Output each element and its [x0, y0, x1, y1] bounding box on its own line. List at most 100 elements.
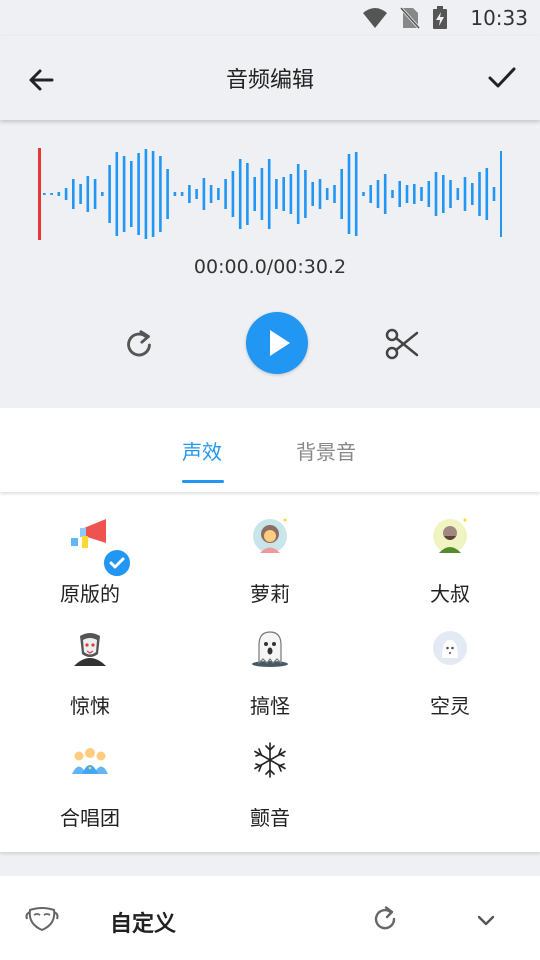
- status-bar: 10:33: [0, 0, 540, 36]
- waveform-bar: [354, 152, 358, 236]
- waveform-bar: [173, 192, 177, 196]
- effect-ethereal[interactable]: 空灵: [360, 604, 540, 718]
- timecode: 00:00.0/00:30.2: [193, 256, 347, 278]
- effects-grid: 原版的 萝莉 大叔 惊悚 搞怪 空灵 合唱团 颤音: [0, 492, 540, 852]
- waveform-bar: [267, 159, 271, 229]
- waveform-bar: [130, 161, 133, 227]
- effect-label: 原版的: [60, 582, 120, 606]
- waveform-bar: [224, 179, 227, 209]
- waveform-bar: [188, 185, 191, 203]
- effect-uncle[interactable]: 大叔: [360, 492, 540, 606]
- waveform-bar: [413, 184, 416, 204]
- scissors-icon[interactable]: [382, 324, 422, 364]
- reset-icon[interactable]: [120, 326, 158, 364]
- playhead[interactable]: [38, 148, 41, 240]
- effect-label: 惊悚: [70, 694, 110, 718]
- waveform-bar: [296, 164, 300, 224]
- waveform-bar: [253, 177, 256, 211]
- girl-avatar-icon: [253, 518, 287, 553]
- waveform-bar: [275, 179, 278, 209]
- effect-label: 颤音: [250, 806, 290, 830]
- waveform-bar: [101, 192, 104, 196]
- waveform-bar: [195, 189, 198, 199]
- waveform-bar: [427, 181, 431, 207]
- waveform-bar: [492, 187, 496, 201]
- mask-icon: [25, 907, 59, 932]
- waveform[interactable]: [38, 148, 502, 240]
- effect-label: 萝莉: [250, 582, 290, 606]
- waveform-bar: [478, 172, 481, 216]
- waveform-bar: [347, 154, 351, 234]
- effect-label: 搞怪: [250, 694, 290, 718]
- waveform-bar: [362, 192, 365, 196]
- waveform-bar: [376, 180, 380, 208]
- waveform-bar: [50, 193, 53, 195]
- effect-girl[interactable]: 萝莉: [180, 492, 360, 606]
- waveform-bar: [405, 185, 409, 203]
- snowflake-icon: [254, 742, 286, 778]
- waveform-bar: [340, 169, 343, 219]
- effect-thriller[interactable]: 惊悚: [0, 604, 180, 718]
- effect-tabs: 声效 背景音: [0, 408, 540, 492]
- waveform-bar: [456, 188, 460, 200]
- waveform-bar: [231, 171, 235, 217]
- waveform-bar: [93, 179, 97, 209]
- waveform-bar: [318, 179, 322, 209]
- custom-effect-bar[interactable]: 自定义: [0, 876, 540, 960]
- waveform-bar: [325, 188, 329, 200]
- waveform-bar: [260, 168, 264, 220]
- waveform-bar: [398, 181, 401, 207]
- effect-label: 合唱团: [60, 806, 120, 830]
- waveform-bar: [43, 193, 46, 195]
- waveform-bar: [289, 174, 293, 214]
- reset-icon[interactable]: [370, 904, 400, 934]
- waveform-bar: [166, 169, 169, 219]
- page-title: 音频编辑: [225, 68, 314, 93]
- waveform-bar: [391, 190, 394, 198]
- spirit-icon: [433, 631, 467, 665]
- effect-choir[interactable]: 合唱团: [0, 716, 180, 830]
- waveform-bar: [137, 153, 140, 235]
- waveform-bar: [115, 152, 119, 236]
- waveform-bar: [64, 188, 68, 200]
- waveform-bar: [500, 151, 502, 237]
- clock-time: 10:33: [470, 6, 528, 30]
- tab-sound-effects[interactable]: 声效: [182, 436, 222, 465]
- waveform-bar: [485, 168, 489, 220]
- waveform-bar: [202, 178, 206, 210]
- battery-charging-icon: [433, 6, 447, 29]
- play-icon: [270, 330, 290, 356]
- check-icon[interactable]: [482, 58, 522, 98]
- effect-vibrato[interactable]: 颤音: [180, 716, 360, 830]
- effect-label: 大叔: [430, 582, 470, 606]
- choir-icon: [72, 748, 108, 774]
- chevron-down-icon[interactable]: [472, 906, 500, 934]
- no-sim-icon: [400, 6, 420, 30]
- play-button[interactable]: [246, 312, 308, 374]
- waveform-bar: [72, 179, 75, 209]
- waveform-bar: [151, 151, 155, 237]
- vampire-icon: [74, 633, 106, 666]
- waveform-bar: [442, 175, 445, 213]
- custom-label: 自定义: [110, 912, 177, 937]
- status-icons: [362, 6, 448, 30]
- waveform-bar: [471, 183, 474, 205]
- effect-original[interactable]: 原版的: [0, 492, 180, 606]
- waveform-bar: [144, 149, 148, 239]
- waveform-bar: [122, 156, 126, 232]
- waveform-bar: [108, 165, 111, 223]
- waveform-bar: [434, 172, 438, 216]
- tab-background-music[interactable]: 背景音: [296, 436, 356, 465]
- selected-check-icon: [102, 548, 132, 578]
- wifi-icon: [363, 8, 387, 28]
- waveform-bar: [238, 159, 242, 229]
- man-avatar-icon: [433, 518, 467, 553]
- audio-editor: 00:00.0/00:30.2: [0, 120, 540, 408]
- effect-funny[interactable]: 搞怪: [180, 604, 360, 718]
- waveform-bar: [79, 184, 82, 204]
- waveform-bar: [246, 163, 249, 225]
- waveform-bar: [57, 192, 61, 196]
- waveform-bar: [369, 185, 372, 203]
- app-bar: 音频编辑: [0, 36, 540, 120]
- waveform-bar: [209, 185, 213, 203]
